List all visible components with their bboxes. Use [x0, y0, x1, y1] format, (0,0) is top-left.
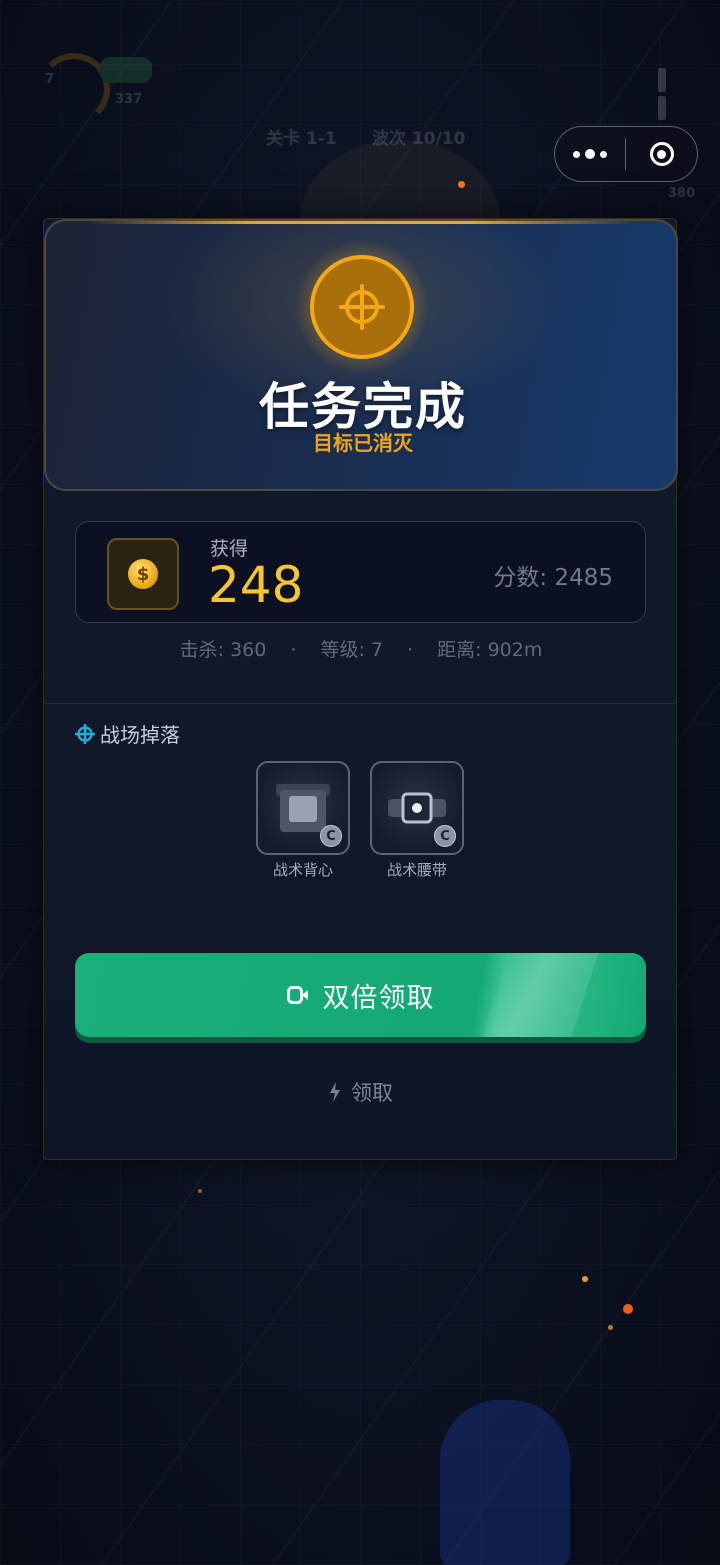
background-pause-icon — [658, 68, 684, 120]
vest-icon — [276, 784, 330, 832]
loot-item-vest[interactable]: C 战术背心 — [254, 761, 352, 880]
kills-stat: 击杀: 360 — [179, 639, 267, 661]
result-header: 任务完成 目标已消灭 — [44, 219, 678, 491]
crosshair-badge — [310, 255, 414, 359]
particle — [623, 1304, 633, 1314]
loot-item-frame: C — [256, 761, 350, 855]
double-claim-label: 双倍领取 — [322, 982, 435, 1014]
loot-title: 战场掉落 — [100, 723, 180, 747]
score-text: 分数: 2485 — [493, 565, 613, 591]
result-subtitle: 目标已消灭 — [313, 431, 413, 455]
gain-value: 248 — [208, 556, 304, 614]
claim-button[interactable]: 领取 — [44, 1077, 678, 1107]
loot-item-belt[interactable]: C 战术腰带 — [368, 761, 466, 880]
background-hud-number: 337 — [115, 92, 143, 107]
crosshair-icon — [339, 284, 385, 330]
background-level-label: 关卡 1-1 — [266, 129, 337, 149]
stats-separator: · — [290, 639, 297, 661]
particle — [198, 1189, 202, 1193]
particle — [458, 181, 465, 188]
mission-result-panel: 任务完成 目标已消灭 $ 获得 248 分数: 2485 击杀: 360 · 等… — [43, 218, 678, 1160]
loot-item-frame: C — [370, 761, 464, 855]
rarity-badge: C — [434, 825, 456, 847]
stats-line: 击杀: 360 · 等级: 7 · 距离: 902m — [44, 635, 678, 662]
distance-stat: 距离: 902m — [437, 639, 543, 661]
background-hud-small: 7 — [45, 72, 55, 87]
coin-icon: $ — [128, 559, 158, 589]
button-shine — [481, 953, 599, 1037]
close-mini-program-button[interactable] — [626, 142, 697, 166]
section-divider — [44, 703, 676, 704]
belt-icon — [388, 792, 446, 824]
claim-label: 领取 — [351, 1081, 393, 1105]
background-hud-right: 380 — [668, 186, 696, 201]
target-circle-icon — [649, 142, 674, 166]
background-wave-label: 波次 10/10 — [372, 129, 466, 149]
stats-separator: · — [407, 639, 414, 661]
rarity-badge: C — [320, 825, 342, 847]
loot-item-name: 战术背心 — [272, 861, 333, 879]
level-stat: 等级: 7 — [320, 639, 384, 661]
lightning-icon — [330, 1082, 340, 1102]
loot-items: C 战术背心 C 战术腰带 — [254, 761, 466, 880]
background-player-shape — [440, 1400, 570, 1565]
loot-item-name: 战术腰带 — [386, 861, 447, 879]
particle — [608, 1325, 613, 1330]
header-glow-line — [86, 221, 636, 224]
mini-program-capsule — [554, 126, 698, 182]
double-claim-button[interactable]: 双倍领取 — [75, 953, 646, 1037]
reward-card: $ 获得 248 分数: 2485 — [75, 521, 646, 623]
loot-header: 战场掉落 — [74, 719, 180, 748]
more-dots-icon[interactable] — [555, 149, 625, 159]
crosshair-small-icon — [75, 723, 95, 744]
video-ad-icon — [286, 986, 308, 1004]
particle — [582, 1276, 588, 1282]
coin-box: $ — [107, 538, 179, 610]
